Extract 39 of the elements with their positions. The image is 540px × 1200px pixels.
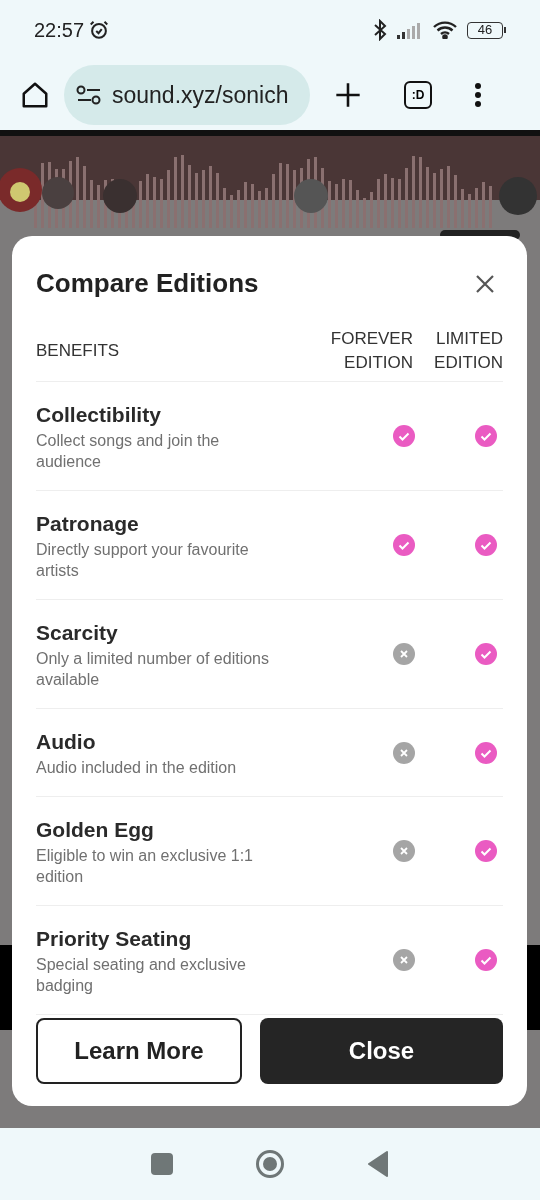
- avatar: [0, 168, 42, 212]
- dialog-title: Compare Editions: [36, 267, 259, 300]
- more-menu-icon[interactable]: [474, 82, 482, 108]
- benefit-name: Golden Egg: [36, 817, 155, 843]
- column-header: LIMITED EDITION: [433, 328, 503, 374]
- learn-more-button[interactable]: Learn More: [36, 1018, 242, 1084]
- signal-icon: [397, 21, 423, 39]
- back-icon[interactable]: [367, 1151, 389, 1177]
- new-tab-icon[interactable]: [334, 81, 362, 109]
- benefit-name: Audio: [36, 729, 97, 755]
- avatar: [294, 179, 328, 213]
- recent-apps-icon[interactable]: [151, 1153, 173, 1175]
- benefit-description: Only a limited number of editions available: [36, 649, 270, 690]
- benefit-description: Audio included in the edition: [36, 758, 238, 778]
- column-header: FOREVER EDITION: [329, 328, 413, 374]
- avatar: [103, 179, 137, 213]
- avatar: [42, 177, 74, 209]
- benefit-name: Patronage: [36, 511, 140, 537]
- site-settings-icon[interactable]: [76, 84, 102, 106]
- alarm-clock-icon: [88, 19, 111, 41]
- benefit-description: Special seating and exclusive badging: [36, 955, 247, 996]
- benefit-name: Priority Seating: [36, 926, 193, 952]
- tab-switcher-button[interactable]: :D: [404, 81, 432, 109]
- home-icon[interactable]: [20, 80, 50, 110]
- benefit-name: Collectibility: [36, 402, 162, 428]
- benefit-name: Scarcity: [36, 620, 119, 646]
- wifi-icon: [433, 21, 457, 39]
- battery-icon: 46: [467, 21, 506, 39]
- bluetooth-icon: [373, 19, 387, 41]
- address-bar[interactable]: sound.xyz/sonich: [64, 65, 310, 125]
- close-button[interactable]: Close: [260, 1018, 503, 1084]
- benefit-description: Directly support your favourite artists: [36, 540, 250, 581]
- home-button-icon[interactable]: [255, 1149, 285, 1179]
- status-time: 22:57: [34, 18, 85, 43]
- benefit-description: Collect songs and join the audience: [36, 431, 221, 472]
- avatar: [499, 177, 537, 215]
- benefit-description: Eligible to win an exclusive 1:1 edition: [36, 846, 254, 887]
- column-header: BENEFITS: [36, 340, 121, 363]
- close-icon[interactable]: [475, 273, 495, 294]
